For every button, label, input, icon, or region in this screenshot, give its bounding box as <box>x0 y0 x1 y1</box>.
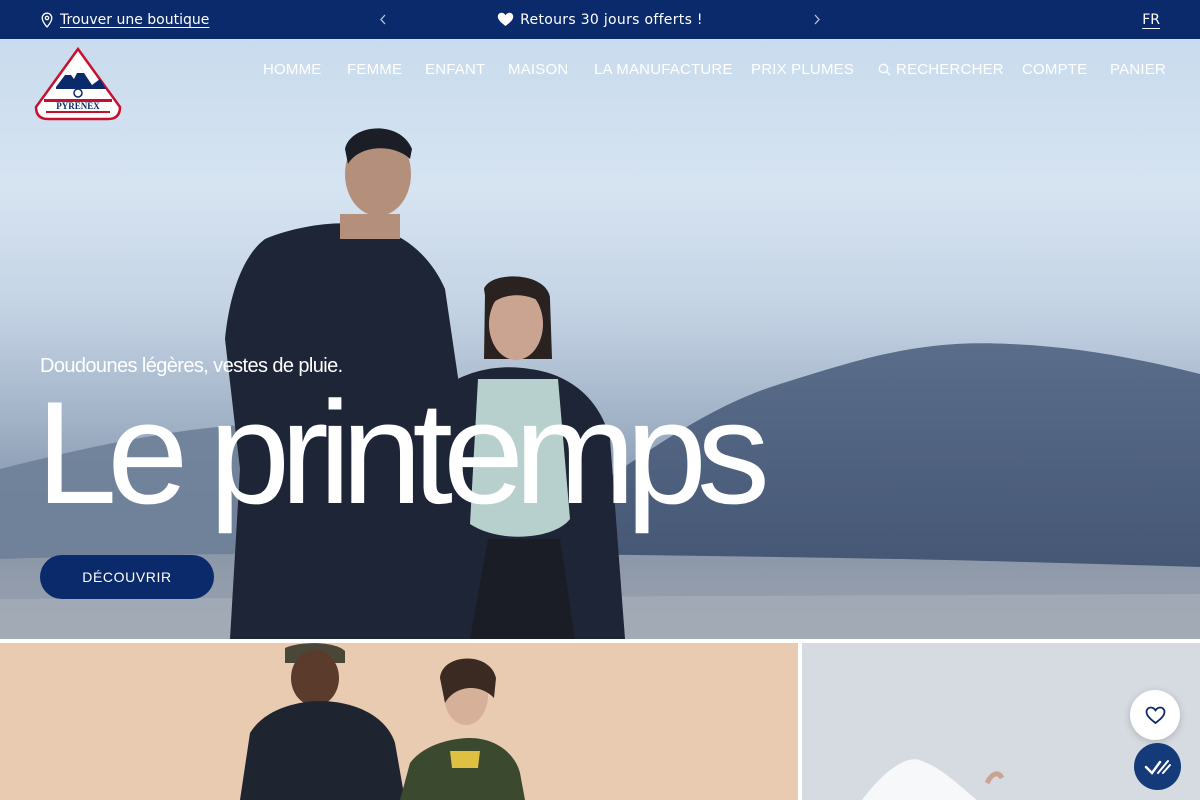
announcement-text: Retours 30 jours offerts ! <box>520 11 703 28</box>
wishlist-button[interactable] <box>1130 690 1180 740</box>
main-navigation: HOMME FEMME ENFANT MAISON LA MANUFACTURE… <box>0 39 1200 101</box>
hero-title: Le printemps <box>36 371 770 534</box>
heart-outline-icon <box>1145 706 1165 724</box>
heart-icon <box>497 12 514 26</box>
map-pin-icon <box>41 12 53 28</box>
logo-text: PYRENEX <box>56 101 100 111</box>
nav-item-prix-plumes[interactable]: PRIX PLUMES <box>751 61 854 78</box>
checkmark-slash-icon <box>1144 759 1171 775</box>
cookie-consent-button[interactable] <box>1134 743 1181 790</box>
nav-search-button[interactable]: RECHERCHER <box>878 61 1004 78</box>
search-icon <box>878 63 891 76</box>
nav-item-la-manufacture[interactable]: LA MANUFACTURE <box>594 61 733 78</box>
nav-item-maison[interactable]: MAISON <box>508 61 568 78</box>
nav-cart-link[interactable]: PANIER <box>1110 61 1166 78</box>
announcement-message: Retours 30 jours offerts ! <box>400 0 800 39</box>
discover-button[interactable]: DÉCOUVRIR <box>40 555 214 599</box>
find-store-label: Trouver une boutique <box>60 11 210 28</box>
nav-search-label: RECHERCHER <box>896 61 1004 78</box>
nav-account-link[interactable]: COMPTE <box>1022 61 1087 78</box>
find-store-link[interactable]: Trouver une boutique <box>40 0 209 39</box>
tile-left-photo <box>240 643 525 800</box>
announcement-prev-button[interactable] <box>373 0 393 39</box>
chevron-right-icon <box>814 14 820 25</box>
nav-item-enfant[interactable]: ENFANT <box>425 61 485 78</box>
hero-photo <box>0 128 1200 639</box>
nav-item-homme[interactable]: HOMME <box>263 61 322 78</box>
announcement-next-button[interactable] <box>807 0 827 39</box>
announcement-bar: Trouver une boutique Retours 30 jours of… <box>0 0 1200 39</box>
nav-item-femme[interactable]: FEMME <box>347 61 402 78</box>
hero-banner <box>0 39 1200 639</box>
chevron-left-icon <box>380 14 386 25</box>
language-selector[interactable]: FR <box>1142 0 1160 39</box>
collection-tile-left[interactable] <box>0 643 798 800</box>
